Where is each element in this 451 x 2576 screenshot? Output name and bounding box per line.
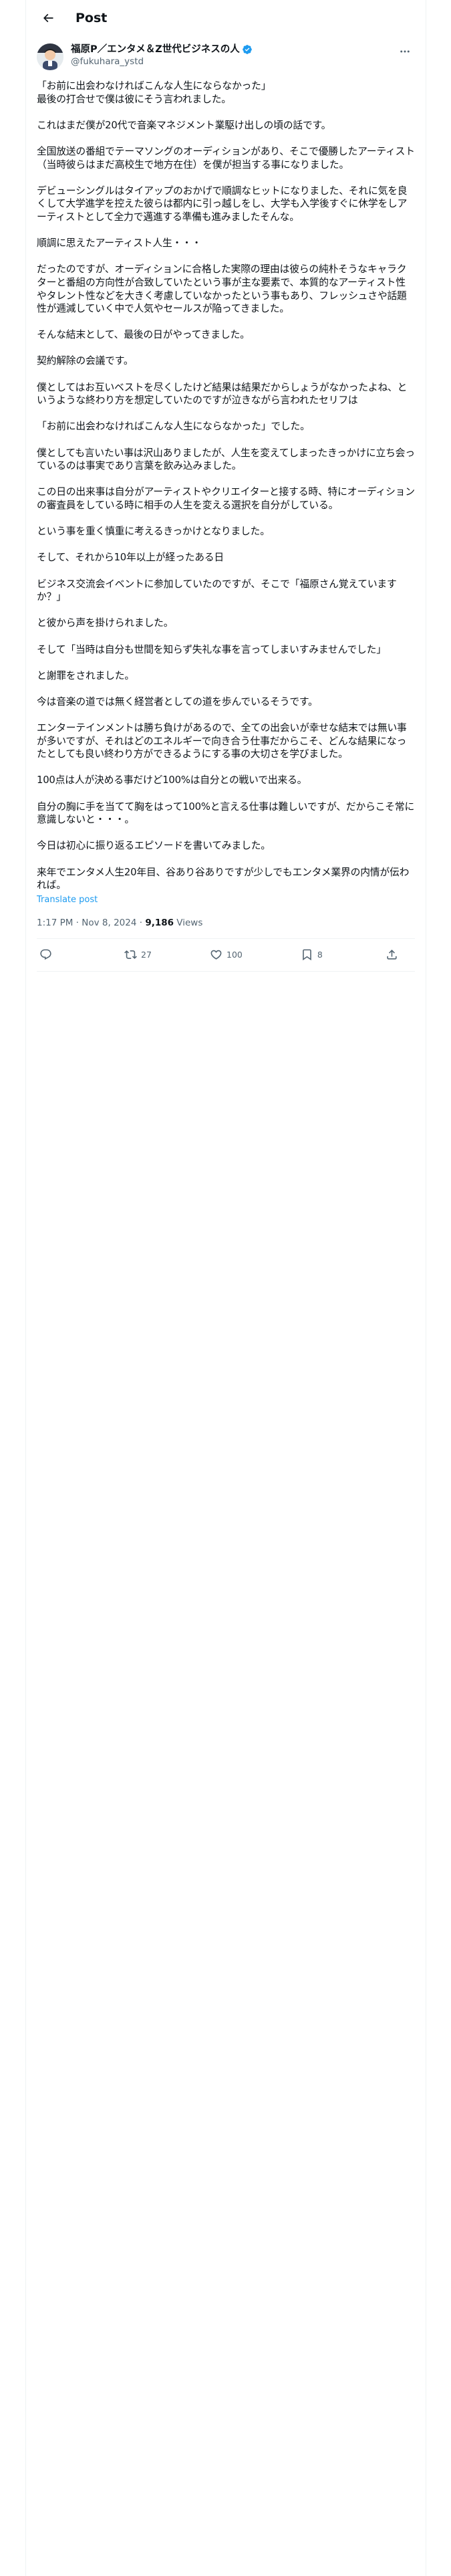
bookmark-count: 8 (317, 950, 323, 960)
tweet-text: 「お前に出会わなければこんな人生にならなかった」 最後の打合せで僕は彼にそう言わ… (37, 80, 415, 892)
tweet-paragraph: と彼から声を掛けられました。 (37, 617, 174, 629)
views-label: Views (174, 917, 203, 928)
tweet-paragraph: だったのですが、オーディションに合格した実際の理由は彼らの純朴そうなキャラクター… (37, 263, 407, 315)
verified-badge-icon (242, 44, 253, 55)
tweet-paragraph: 100点は人が決める事だけど100%は自分との戦いで出来る。 (37, 774, 307, 786)
bookmark-button[interactable]: 8 (301, 948, 327, 961)
reply-button[interactable] (39, 948, 66, 961)
avatar[interactable] (37, 43, 63, 70)
author-name[interactable]: 福原P／エンタメ＆Z世代ビジネスの人 (71, 43, 240, 56)
translate-post-link[interactable]: Translate post (37, 894, 415, 906)
heart-icon (210, 950, 222, 960)
tweet-timestamp[interactable]: 1:17 PM · Nov 8, 2024 · (37, 918, 145, 928)
repost-count: 27 (141, 950, 152, 960)
back-button[interactable] (37, 7, 59, 29)
like-count: 100 (227, 950, 243, 960)
share-button[interactable] (386, 948, 412, 961)
tweet-paragraph: エンターテインメントは勝ち負けがあるので、全ての出会いが幸せな結末では無い事が多… (37, 722, 407, 760)
tweet-paragraph: と謝罪をされました。 (37, 669, 134, 681)
tweet-paragraph: 契約解除の会議です。 (37, 355, 134, 367)
tweet: 福原P／エンタメ＆Z世代ビジネスの人 @fukuhara_ystd 「お前に出会… (26, 35, 426, 972)
tweet-paragraph: 僕としてはお互いベストを尽くしたけど結果は結果だからしょうがなかったよね、という… (37, 381, 408, 407)
tweet-paragraph: 自分の胸に手を当てて胸をはって100%と言える仕事は難しいですが、だからこそ常に… (37, 800, 415, 826)
author-meta: 福原P／エンタメ＆Z世代ビジネスの人 @fukuhara_ystd (71, 43, 395, 68)
tweet-paragraph: 「お前に出会わなければこんな人生にならなかった」 最後の打合せで僕は彼にそう言わ… (37, 80, 271, 105)
tweet-paragraph: という事を重く慎重に考えるきっかけとなりました。 (37, 526, 270, 538)
tweet-paragraph: 全国放送の番組でテーマソングのオーディションがあり、そこで優勝したアーティスト（… (37, 145, 415, 171)
tweet-paragraph: 順調に思えたアーティスト人生・・・ (37, 237, 202, 249)
reply-icon (40, 949, 51, 960)
top-bar: Post (26, 0, 426, 35)
author-handle[interactable]: @fukuhara_ystd (71, 56, 395, 68)
more-options-button[interactable] (395, 43, 415, 60)
tweet-paragraph: デビューシングルはタイアップのおかげで順調なヒットになりました、それに気を良くし… (37, 185, 408, 223)
page-title: Post (76, 10, 108, 25)
tweet-paragraph: これはまだ僕が20代で音楽マネジメント業駆け出しの頃の話です。 (37, 119, 331, 131)
tweet-paragraph: 今は音楽の道では無く経営者としての道を歩んでいるそうです。 (37, 695, 318, 708)
back-arrow-icon (43, 13, 53, 22)
tweet-paragraph: ビジネス交流会イベントに参加していたのですが、そこで「福原さん覚えていますか？」 (37, 578, 397, 603)
tweet-paragraph: そして、それから10年以上が経ったある日 (37, 552, 224, 564)
tweet-meta: 1:17 PM · Nov 8, 2024 · 9,186 Views (37, 917, 415, 939)
post-column: Post 福原P／エンタメ＆Z世代ビジネスの人 @fukuhara_ystd 「… (25, 0, 426, 2576)
repost-icon (124, 950, 137, 960)
author-row: 福原P／エンタメ＆Z世代ビジネスの人 @fukuhara_ystd (37, 43, 415, 73)
tweet-paragraph: 今日は初心に振り返るエピソードを書いてみました。 (37, 840, 271, 852)
views-count: 9,186 (145, 917, 174, 928)
tweet-paragraph: 僕としても言いたい事は沢山ありましたが、人生を変えてしまったきっかけに立ち会って… (37, 447, 415, 472)
tweet-paragraph: 「お前に出会わなければこんな人生にならなかった」でした。 (37, 421, 310, 433)
share-icon (387, 950, 397, 960)
action-bar: 27 100 8 (37, 939, 415, 972)
tweet-paragraph: この日の出来事は自分がアーティストやクリエイターと接する時、特にオーディションの… (37, 486, 415, 511)
avatar-image (37, 43, 63, 70)
tweet-paragraph: そんな結末として、最後の日がやってきました。 (37, 329, 250, 341)
bookmark-icon (303, 949, 311, 961)
like-button[interactable]: 100 (210, 948, 243, 961)
tweet-paragraph: そして「当時は自分も世間を知らず失礼な事を言ってしまいすみませんでした」 (37, 643, 386, 655)
tweet-paragraph: 来年でエンタメ人生20年目、谷あり谷ありですが少しでもエンタメ業界の内情が伝われ… (37, 866, 410, 891)
repost-button[interactable]: 27 (124, 948, 152, 961)
author-name-line[interactable]: 福原P／エンタメ＆Z世代ビジネスの人 (71, 43, 395, 56)
more-horizontal-icon (400, 50, 410, 53)
